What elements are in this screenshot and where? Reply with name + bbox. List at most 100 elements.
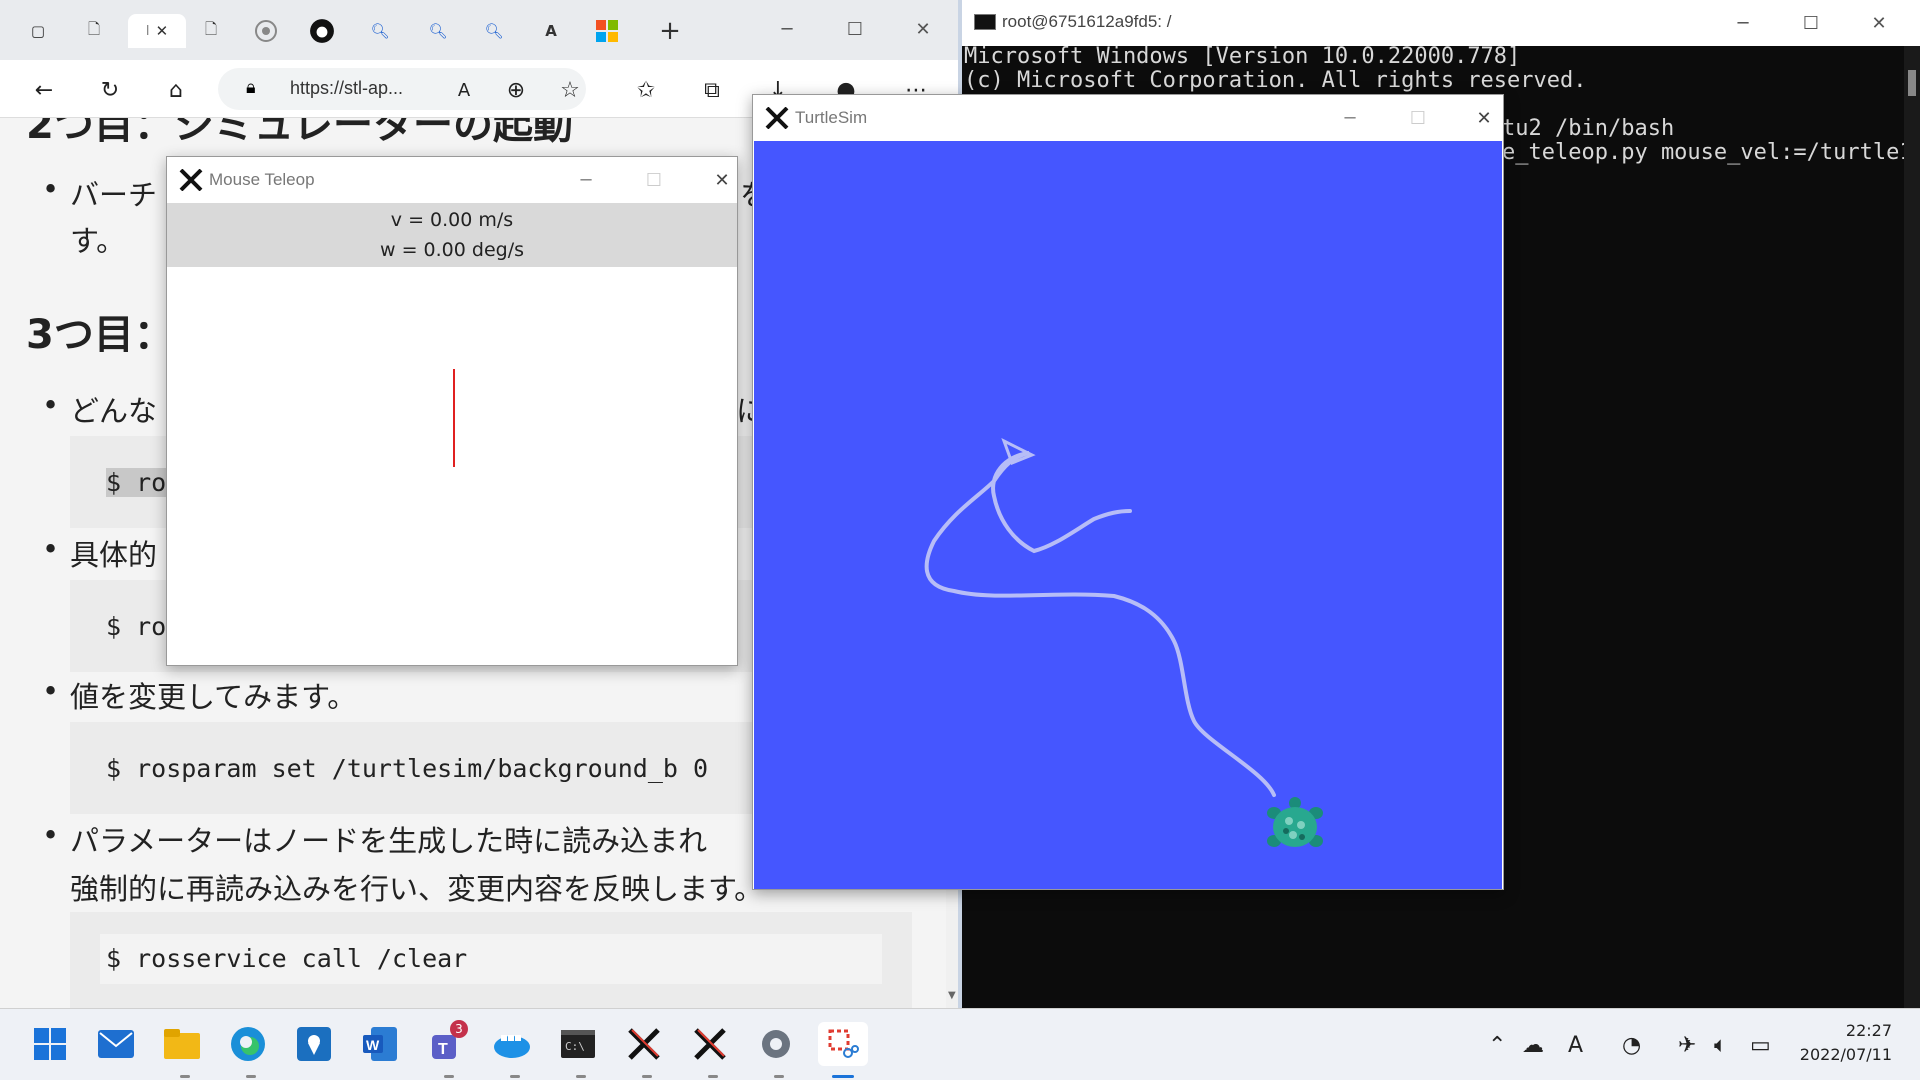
tab-bar: ▢ 🗋 I ✕ 🗋 🔍︎ 🔍︎ 🔍︎ A + ─ ☐ ✕ bbox=[0, 0, 958, 60]
tab-active-label: I bbox=[145, 23, 150, 39]
volume-icon[interactable]: 🔈︎ bbox=[1714, 1033, 1727, 1058]
zoom-icon[interactable]: ⊕ bbox=[500, 74, 532, 106]
back-icon[interactable]: ← bbox=[28, 74, 60, 106]
tab-page-2[interactable]: 🗋 bbox=[196, 14, 226, 48]
maximize-button[interactable]: ☐ bbox=[832, 14, 878, 44]
turtlesim-close-button[interactable]: ✕ bbox=[1461, 103, 1507, 133]
tab-search-3[interactable]: 🔍︎ bbox=[474, 14, 514, 48]
tab-active[interactable]: I ✕ bbox=[128, 14, 186, 48]
terminal-line-1: Microsoft Windows [Version 10.0.22000.77… bbox=[964, 44, 1521, 69]
tab-font[interactable]: A bbox=[534, 14, 568, 48]
velocity-indicator-line bbox=[453, 369, 455, 467]
xserver-app-2[interactable] bbox=[688, 1022, 732, 1066]
search-icon: 🔍︎ bbox=[370, 22, 390, 40]
teleop-maximize-button[interactable]: ☐ bbox=[631, 165, 677, 195]
bullet-text-4: 値を変更してみます。 bbox=[70, 680, 357, 714]
chevron-up-icon[interactable]: ⌃ bbox=[1488, 1033, 1506, 1058]
tab-microsoft[interactable] bbox=[590, 14, 624, 48]
new-tab-button[interactable]: + bbox=[650, 14, 690, 48]
favorites-icon[interactable]: ✩ bbox=[630, 74, 662, 106]
tab-page[interactable]: 🗋 bbox=[74, 14, 114, 48]
docker-app[interactable] bbox=[490, 1022, 534, 1066]
tab-actions-icon[interactable]: ▢ bbox=[18, 14, 58, 48]
tab-search-2[interactable]: 🔍︎ bbox=[418, 14, 458, 48]
bullet-text-5a: パラメーターはノードを生成した時に読み込まれ bbox=[70, 824, 708, 858]
teleop-canvas[interactable] bbox=[167, 267, 737, 665]
home-icon[interactable]: ⌂ bbox=[160, 74, 192, 106]
tab-close-icon[interactable]: ✕ bbox=[156, 22, 169, 40]
teleop-minimize-button[interactable]: ─ bbox=[563, 165, 609, 195]
settings-app[interactable] bbox=[754, 1022, 798, 1066]
code-text-2[interactable]: $ ro bbox=[106, 612, 166, 641]
edge-icon bbox=[231, 1027, 265, 1061]
terminal-title: root@6751612a9fd5: / bbox=[1002, 12, 1172, 31]
teams-app[interactable]: T 3 bbox=[424, 1020, 468, 1066]
running-indicator bbox=[708, 1075, 718, 1078]
bullet-text-2: どんな bbox=[70, 394, 158, 428]
terminal-scroll-thumb[interactable] bbox=[1908, 70, 1916, 96]
search-icon: 🔍︎ bbox=[484, 22, 504, 40]
refresh-icon[interactable]: ↻ bbox=[94, 74, 126, 106]
tab-github-1[interactable] bbox=[246, 14, 286, 48]
clock-date[interactable]: 2022/07/11 bbox=[1780, 1045, 1892, 1064]
file-explorer-app[interactable] bbox=[160, 1022, 204, 1066]
cmd-icon bbox=[974, 14, 996, 30]
github-icon bbox=[255, 20, 277, 42]
terminal-scrollbar[interactable] bbox=[1904, 46, 1920, 1008]
code-text-3[interactable]: $ rosparam set /turtlesim/background_b 0 bbox=[106, 754, 708, 783]
clock-time[interactable]: 22:27 bbox=[1780, 1021, 1892, 1040]
battery-icon[interactable]: ▭ bbox=[1750, 1033, 1771, 1058]
turtlesim-maximize-button[interactable]: ☐ bbox=[1395, 103, 1441, 133]
bullet-text-3: 具体的 bbox=[70, 538, 158, 572]
teleop-title: Mouse Teleop bbox=[209, 170, 315, 189]
scroll-down-arrow-icon[interactable]: ▼ bbox=[948, 990, 956, 1001]
code-text-1[interactable]: $ ro bbox=[106, 468, 167, 497]
search-icon: 🔍︎ bbox=[428, 22, 448, 40]
snipping-tool-app[interactable] bbox=[818, 1022, 868, 1066]
x-logo-icon bbox=[765, 107, 789, 129]
lock-icon: 🔒︎ bbox=[246, 77, 256, 98]
terminal-line-2: (c) Microsoft Corporation. All rights re… bbox=[964, 68, 1587, 93]
word-icon: W bbox=[363, 1027, 397, 1061]
teleop-titlebar: Mouse Teleop ─ ☐ ✕ bbox=[167, 157, 737, 203]
airplane-icon[interactable]: ✈ bbox=[1678, 1033, 1696, 1058]
read-aloud-icon[interactable]: A bbox=[448, 74, 480, 106]
add-favorite-icon[interactable]: ☆ bbox=[554, 74, 586, 106]
terminal-maximize-button[interactable]: ☐ bbox=[1788, 8, 1834, 38]
mouse-teleop-window[interactable]: Mouse Teleop ─ ☐ ✕ v = 0.00 m/s w = 0.00… bbox=[166, 156, 738, 666]
code-text-4[interactable]: $ rosservice call /clear bbox=[106, 944, 467, 973]
tab-github-2[interactable] bbox=[302, 14, 342, 48]
turtlesim-title: TurtleSim bbox=[795, 108, 868, 127]
ime-indicator[interactable]: A bbox=[1568, 1033, 1583, 1058]
teams-badge: 3 bbox=[450, 1020, 468, 1038]
svg-text:W: W bbox=[366, 1037, 380, 1053]
terminal-app[interactable]: C:\ bbox=[556, 1022, 600, 1066]
terminal-minimize-button[interactable]: ─ bbox=[1720, 8, 1766, 38]
minimize-button[interactable]: ─ bbox=[764, 14, 810, 44]
velocity-readout: v = 0.00 m/s w = 0.00 deg/s bbox=[167, 203, 737, 267]
bullet-text-5b: 強制的に再読み込みを行い、変更内容を反映します。 bbox=[70, 872, 764, 906]
edge-app[interactable] bbox=[226, 1022, 270, 1066]
microsoft-logo-icon bbox=[596, 20, 618, 42]
turtlesim-minimize-button[interactable]: ─ bbox=[1327, 103, 1373, 133]
angular-velocity-label: w = 0.00 deg/s bbox=[380, 239, 524, 261]
mail-app[interactable] bbox=[94, 1022, 138, 1066]
github-icon bbox=[310, 19, 334, 43]
close-button[interactable]: ✕ bbox=[900, 14, 946, 44]
word-app[interactable]: W bbox=[358, 1022, 402, 1066]
start-button[interactable] bbox=[28, 1022, 72, 1066]
tab-search-1[interactable]: 🔍︎ bbox=[360, 14, 400, 48]
bullet-text-1a: バーチ bbox=[70, 178, 158, 212]
teleop-close-button[interactable]: ✕ bbox=[699, 165, 745, 195]
terminal-close-button[interactable]: ✕ bbox=[1856, 8, 1902, 38]
focus-icon[interactable]: ◔ bbox=[1622, 1033, 1641, 1058]
map-pin-icon bbox=[297, 1027, 331, 1061]
collections-icon[interactable]: ⧉ bbox=[696, 74, 728, 106]
xserver-app-1[interactable] bbox=[622, 1022, 666, 1066]
running-indicator bbox=[246, 1075, 256, 1078]
turtlesim-canvas bbox=[754, 141, 1502, 889]
onedrive-icon[interactable]: ☁ bbox=[1522, 1033, 1544, 1058]
bullet-dot: • bbox=[42, 388, 60, 422]
maps-app[interactable] bbox=[292, 1022, 336, 1066]
turtlesim-window[interactable]: TurtleSim ─ ☐ ✕ bbox=[752, 94, 1504, 890]
